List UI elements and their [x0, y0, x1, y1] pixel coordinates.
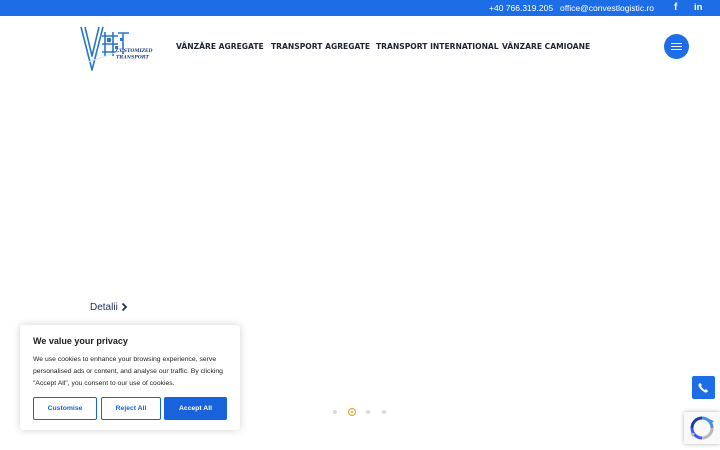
cookie-consent-banner: We value your privacy We use cookies to … — [20, 325, 240, 430]
top-contact-bar: +40 766.319.205 office@convestlogistic.r… — [0, 0, 720, 16]
recaptcha-icon — [690, 416, 714, 440]
logo-text-line2: TRANSPORT — [116, 55, 150, 61]
page: +40 766.319.205 office@convestlogistic.r… — [0, 0, 720, 450]
site-logo[interactable]: CUSTOMIZED TRANSPORT — [78, 24, 154, 72]
details-label: Detalii — [90, 302, 118, 313]
customise-button[interactable]: Customise — [33, 397, 97, 420]
menu-button[interactable] — [664, 34, 689, 59]
slider-dot-2-active[interactable] — [348, 408, 356, 416]
nav-item-vanzare-camioane[interactable]: VÂNZARE CAMIOANE — [502, 42, 590, 51]
linkedin-icon[interactable]: in — [694, 2, 702, 13]
email-link[interactable]: office@convestlogistic.ro — [560, 3, 654, 13]
details-link[interactable]: Detalii — [90, 302, 128, 313]
phone-link[interactable]: +40 766.319.205 — [489, 3, 553, 13]
slider-dot-4[interactable] — [382, 410, 386, 414]
nav-item-transport-agregate[interactable]: TRANSPORT AGREGATE — [271, 42, 370, 51]
slider-dot-3[interactable] — [366, 410, 370, 414]
phone-icon — [698, 383, 708, 393]
facebook-icon[interactable]: f — [674, 2, 677, 13]
call-button[interactable] — [692, 376, 715, 399]
logo-text-line1: CUSTOMIZED — [116, 48, 152, 54]
nav-item-transport-international[interactable]: TRANSPORT INTERNATIONAL — [376, 42, 499, 51]
accept-all-button[interactable]: Accept All — [164, 397, 227, 420]
recaptcha-badge[interactable] — [684, 412, 720, 444]
reject-all-button[interactable]: Reject All — [101, 397, 161, 420]
cookie-title: We value your privacy — [33, 336, 128, 346]
cookie-description: We use cookies to enhance your browsing … — [33, 356, 223, 387]
slider-pagination — [333, 408, 393, 416]
logo-mark: CUSTOMIZED TRANSPORT — [80, 26, 152, 71]
slider-dot-1[interactable] — [333, 410, 337, 414]
chevron-right-icon — [121, 302, 128, 315]
nav-item-vanzare-agregate[interactable]: VÂNZĂRE AGREGATE — [176, 42, 264, 51]
